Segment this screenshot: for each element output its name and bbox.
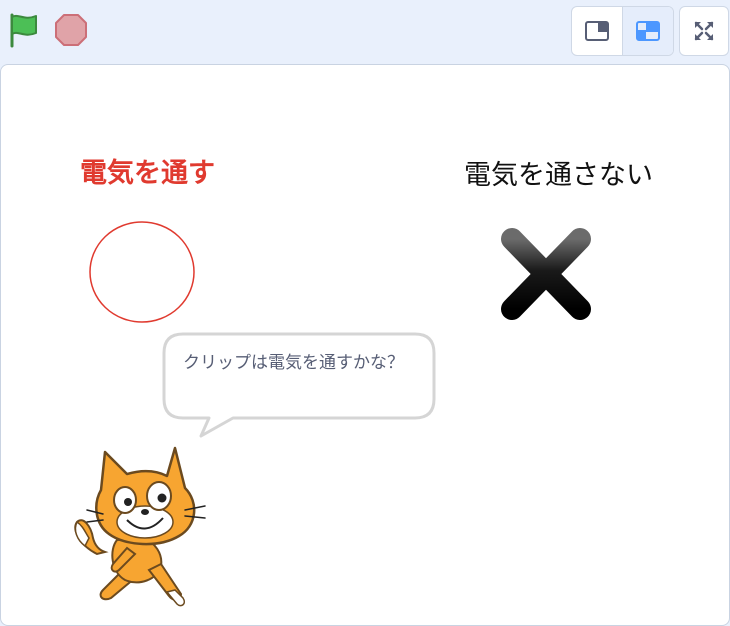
stage-size-toggle — [571, 6, 674, 56]
no-conduct-label: 電気を通さない — [464, 160, 653, 191]
circle-mark-icon[interactable] — [87, 220, 197, 326]
speech-text: クリップは電気を通すかな？ — [183, 353, 404, 373]
stage-header — [0, 0, 730, 62]
scratch-cat-icon[interactable] — [63, 430, 223, 610]
normal-stage-layout-icon — [636, 21, 660, 41]
speech-bubble: クリップは電気を通すかな？ — [161, 331, 437, 443]
conducts-label: 電気を通す — [80, 158, 215, 189]
cross-mark-icon[interactable] — [498, 227, 594, 321]
normal-stage-button[interactable] — [622, 7, 673, 55]
stop-sign-icon[interactable] — [54, 13, 88, 47]
stage-canvas[interactable]: 電気を通す 電気を通さない クリップは電気を通すかな？ — [0, 64, 730, 626]
fullscreen-icon — [694, 21, 714, 41]
fullscreen-button[interactable] — [679, 6, 729, 56]
small-stage-button[interactable] — [572, 7, 622, 55]
green-flag-icon[interactable] — [6, 12, 40, 48]
small-stage-layout-icon — [585, 21, 609, 41]
